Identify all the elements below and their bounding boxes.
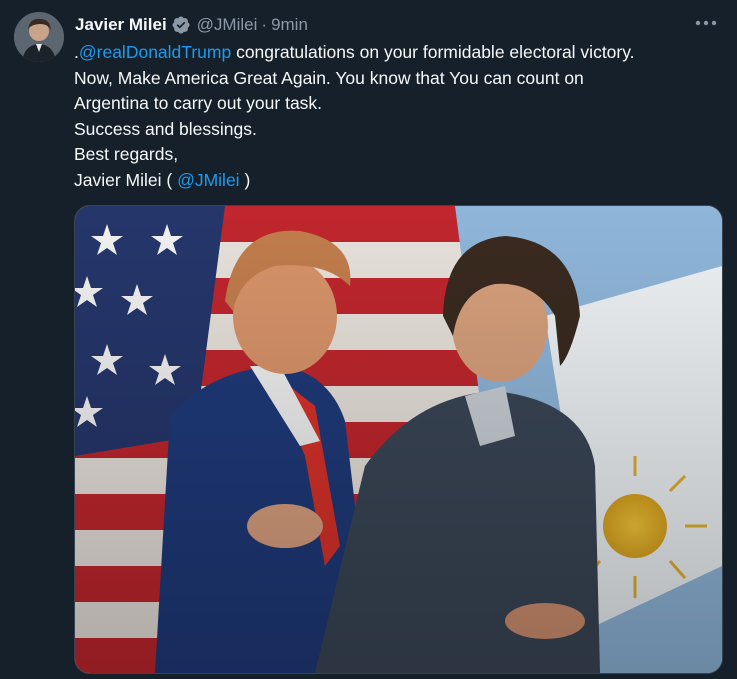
photo-image [75, 206, 722, 673]
author-name[interactable]: Javier Milei [75, 15, 167, 35]
tweet-line-2: Now, Make America Great Again. You know … [74, 67, 584, 88]
tweet-line-5: Best regards, [74, 144, 179, 164]
mention-link-self[interactable]: @JMilei [177, 170, 240, 190]
author-handle[interactable]: @JMilei [197, 15, 258, 35]
tweet-header: Javier Milei @JMilei · 9min [75, 13, 308, 37]
line6-suffix: ) [239, 169, 251, 190]
tweet-text: .@realDonaldTrump congratulations on you… [74, 40, 724, 193]
tweet-line-6: Javier Milei ( @JMilei ) [74, 168, 724, 194]
verified-badge-icon [171, 15, 191, 35]
tweet-line-3: Argentina to carry out your task. [74, 93, 323, 113]
avatar-image [14, 12, 64, 62]
timestamp[interactable]: 9min [271, 15, 308, 35]
more-dots-icon[interactable] [693, 10, 719, 36]
line6-prefix: Javier Milei ( [74, 169, 178, 190]
separator-dot: · [261, 15, 268, 34]
tweet-line-4: Success and blessings. [74, 118, 257, 139]
mention-link[interactable]: @realDonaldTrump [79, 42, 231, 62]
tweet-photo[interactable] [74, 205, 723, 674]
avatar[interactable] [14, 12, 64, 62]
tweet[interactable]: Javier Milei @JMilei · 9min .@realDonald… [0, 0, 737, 679]
line1-rest: congratulations on your formidable elect… [231, 42, 635, 62]
tweet-line-1: .@realDonaldTrump congratulations on you… [74, 40, 724, 66]
